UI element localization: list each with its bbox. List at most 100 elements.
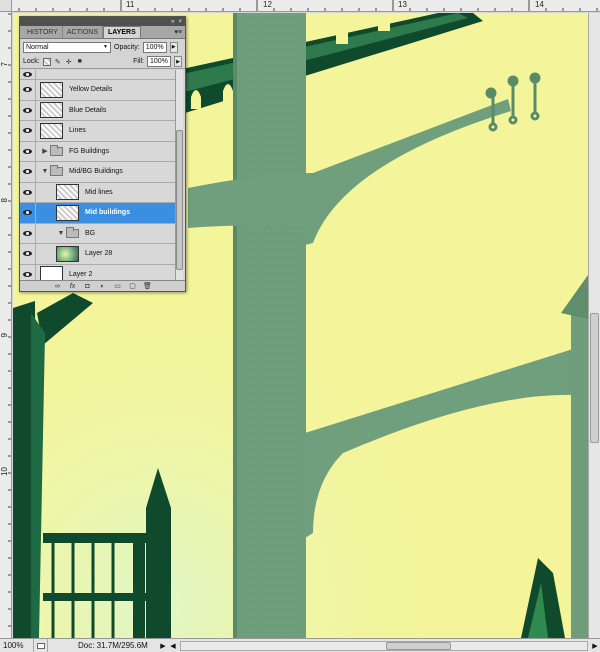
folder-icon bbox=[50, 165, 63, 177]
new-layer-icon[interactable]: ▢ bbox=[128, 282, 137, 290]
lock-transparency-icon[interactable] bbox=[42, 57, 51, 66]
panel-menu-icon[interactable]: ▾≡ bbox=[174, 28, 182, 36]
layer-name: Layer 2 bbox=[69, 270, 93, 278]
visibility-eye-icon[interactable] bbox=[20, 80, 36, 100]
layer-thumbnail bbox=[40, 122, 63, 139]
visibility-eye-icon[interactable] bbox=[20, 244, 36, 264]
adjustment-icon[interactable]: ◐ bbox=[98, 282, 107, 290]
collapse-triangle-icon[interactable]: ▼ bbox=[56, 230, 66, 237]
chevron-down-icon: ▼ bbox=[103, 44, 108, 50]
photoshop-window: 11 12 13 14 7 8 9 10 100% Doc: 31.7M/295… bbox=[0, 0, 600, 652]
horizontal-scrollbar[interactable] bbox=[180, 640, 588, 651]
ruler-label: 8 bbox=[0, 198, 9, 203]
fill-field[interactable]: 100% bbox=[147, 56, 171, 67]
visibility-eye-icon[interactable] bbox=[20, 141, 36, 161]
layer-list: Yellow Details Blue Details Lines ▶ FG Build… bbox=[20, 70, 177, 283]
layer-row-clipped[interactable] bbox=[20, 70, 177, 80]
folder-icon bbox=[50, 144, 63, 156]
layer-name: Yellow Details bbox=[69, 86, 113, 94]
ruler-label: 7 bbox=[0, 62, 9, 67]
zoom-level[interactable]: 100% bbox=[0, 639, 34, 652]
panel-tabs: HISTORY ACTIONS LAYERS ▾≡ bbox=[20, 26, 185, 39]
layer-row[interactable]: Mid buildings bbox=[20, 203, 177, 224]
ruler-label: 12 bbox=[263, 0, 272, 9]
lock-move-icon[interactable]: ✛ bbox=[65, 58, 73, 66]
panel-footer: ∞ fx ◘ ◐ ▭ ▢ 🗑 bbox=[20, 280, 185, 291]
collapse-triangle-icon[interactable]: ▼ bbox=[40, 168, 50, 175]
tab-layers[interactable]: LAYERS bbox=[103, 26, 141, 38]
visibility-eye-icon[interactable] bbox=[20, 223, 36, 243]
document-icon[interactable] bbox=[34, 639, 48, 652]
layers-panel: « × HISTORY ACTIONS LAYERS ▾≡ Normal ▼ O… bbox=[19, 16, 186, 292]
top-ruler-ticks bbox=[1, 0, 598, 11]
layer-name: Mid lines bbox=[85, 188, 113, 196]
blend-row: Normal ▼ Opacity: 100% ▶ bbox=[20, 39, 185, 55]
ruler-label: 13 bbox=[398, 0, 407, 9]
panel-titlebar[interactable]: « × bbox=[20, 17, 185, 26]
blend-mode-select[interactable]: Normal ▼ bbox=[23, 41, 111, 53]
tall-tower bbox=[233, 13, 306, 638]
layer-name: FG Buildings bbox=[69, 147, 110, 155]
expand-triangle-icon[interactable]: ▶ bbox=[40, 147, 50, 155]
visibility-eye-icon[interactable] bbox=[20, 162, 36, 182]
layer-row[interactable]: Yellow Details bbox=[20, 80, 177, 101]
left-ruler[interactable]: 7 8 9 10 bbox=[0, 12, 12, 638]
layer-name: Blue Details bbox=[69, 106, 107, 114]
layer-row[interactable]: ▼ Mid/BG Buildings bbox=[20, 162, 177, 183]
mask-icon[interactable]: ◘ bbox=[83, 282, 92, 290]
ruler-label: 10 bbox=[0, 467, 9, 476]
left-ruler-ticks bbox=[8, 13, 11, 627]
layer-row[interactable]: ▼ BG bbox=[20, 223, 177, 244]
scroll-left-icon[interactable]: ◀ bbox=[168, 639, 178, 652]
link-icon[interactable]: ∞ bbox=[53, 282, 62, 290]
layer-list-scroll-thumb[interactable] bbox=[176, 130, 183, 270]
layer-list-scrollbar[interactable] bbox=[175, 70, 183, 283]
blend-mode-value: Normal bbox=[26, 43, 49, 51]
layer-row[interactable]: Blue Details bbox=[20, 100, 177, 121]
fx-icon[interactable]: fx bbox=[68, 282, 77, 290]
visibility-eye-icon[interactable] bbox=[20, 100, 36, 120]
ruler-corner[interactable] bbox=[0, 0, 12, 12]
vertical-scrollbar[interactable] bbox=[588, 13, 600, 638]
layer-thumbnail bbox=[40, 102, 63, 119]
status-menu-arrow-icon[interactable]: ▶ bbox=[158, 639, 168, 652]
scroll-right-icon[interactable]: ▶ bbox=[590, 639, 600, 652]
ruler-label: 9 bbox=[0, 333, 9, 338]
horizontal-scroll-thumb[interactable] bbox=[386, 641, 451, 650]
visibility-eye-icon[interactable] bbox=[20, 182, 36, 202]
collapse-icon[interactable]: « bbox=[171, 19, 174, 25]
lock-label: Lock: bbox=[23, 58, 40, 65]
opacity-field[interactable]: 100% bbox=[142, 41, 167, 53]
layer-name: BG bbox=[85, 229, 96, 237]
vertical-scroll-thumb[interactable] bbox=[590, 313, 599, 443]
visibility-eye-icon[interactable] bbox=[20, 203, 36, 223]
ruler-label: 14 bbox=[535, 0, 544, 9]
opacity-label: Opacity: bbox=[114, 43, 140, 51]
top-ruler[interactable]: 11 12 13 14 bbox=[0, 0, 600, 12]
fill-label: Fill: bbox=[133, 58, 144, 65]
layer-name: Layer 28 bbox=[85, 250, 113, 258]
layer-name: Mid buildings bbox=[85, 209, 131, 217]
fill-slider-button[interactable]: ▶ bbox=[174, 56, 182, 67]
close-panel-icon[interactable]: × bbox=[178, 19, 182, 25]
lock-row: Lock: ✎ ✛ ■ Fill: 100% ▶ bbox=[20, 55, 185, 69]
tab-history[interactable]: HISTORY bbox=[23, 26, 63, 38]
folder-icon[interactable]: ▭ bbox=[113, 282, 122, 290]
layer-thumbnail bbox=[56, 245, 79, 262]
layer-name: Lines bbox=[69, 127, 86, 135]
tab-actions[interactable]: ACTIONS bbox=[63, 26, 103, 38]
trash-icon[interactable]: 🗑 bbox=[143, 282, 152, 290]
layer-row[interactable]: Mid lines bbox=[20, 182, 177, 203]
opacity-slider-button[interactable]: ▶ bbox=[169, 41, 178, 53]
layer-row[interactable]: Lines bbox=[20, 121, 177, 142]
layer-row[interactable]: Layer 28 bbox=[20, 244, 177, 265]
lock-all-icon[interactable]: ■ bbox=[76, 58, 84, 66]
doc-size: Doc: 31.7M/295.6M bbox=[78, 641, 148, 650]
visibility-eye-icon[interactable] bbox=[20, 70, 36, 79]
lock-brush-icon[interactable]: ✎ bbox=[54, 58, 62, 66]
ruler-label: 11 bbox=[126, 0, 135, 9]
layer-thumbnail bbox=[40, 81, 63, 98]
layer-thumbnail bbox=[56, 204, 79, 221]
layer-row[interactable]: ▶ FG Buildings bbox=[20, 141, 177, 162]
visibility-eye-icon[interactable] bbox=[20, 121, 36, 141]
